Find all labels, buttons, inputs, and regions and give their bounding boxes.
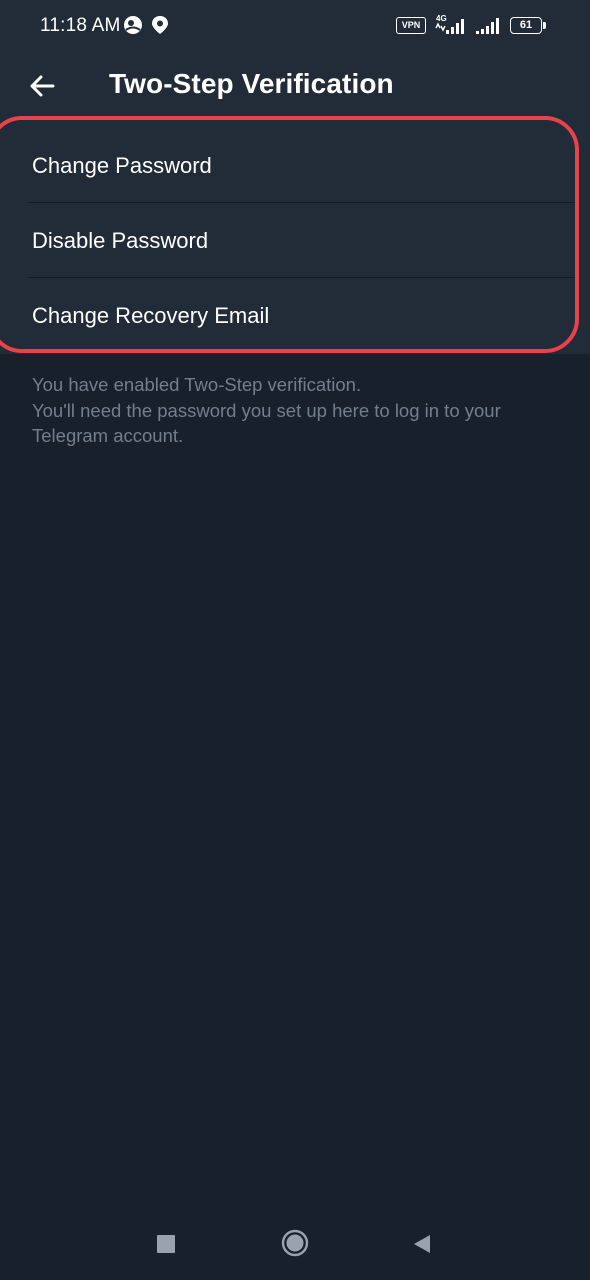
status-bar: 11:18 AM VPN 4G 61 bbox=[0, 0, 590, 52]
change-recovery-email-item[interactable]: Change Recovery Email bbox=[0, 278, 590, 353]
info-line-1: You have enabled Two-Step verification. bbox=[32, 374, 362, 395]
back-triangle-icon bbox=[414, 1235, 430, 1253]
battery-indicator: 61 bbox=[510, 17, 546, 34]
home-button[interactable] bbox=[276, 1224, 314, 1262]
page-title: Two-Step Verification bbox=[109, 68, 394, 99]
profile-icon bbox=[122, 14, 144, 41]
vpn-badge: VPN bbox=[396, 17, 426, 34]
wifi-signal-icon bbox=[474, 17, 504, 40]
app-header: Two-Step Verification bbox=[0, 52, 590, 118]
info-line-3: Telegram account. bbox=[32, 425, 184, 446]
home-circle-icon bbox=[281, 1229, 309, 1257]
change-password-item[interactable]: Change Password bbox=[0, 128, 590, 203]
nav-back-button[interactable] bbox=[404, 1226, 440, 1262]
disable-password-item[interactable]: Disable Password bbox=[0, 203, 590, 278]
location-icon bbox=[150, 14, 170, 41]
menu-item-label: Change Recovery Email bbox=[32, 303, 270, 328]
system-nav-bar bbox=[0, 1210, 590, 1280]
info-line-2: You'll need the password you set up here… bbox=[32, 399, 501, 421]
back-button[interactable] bbox=[20, 64, 64, 108]
signal-icon bbox=[434, 17, 468, 40]
status-time: 11:18 AM bbox=[40, 15, 121, 36]
info-text: You have enabled Two-Step verification. … bbox=[32, 372, 572, 449]
recents-button[interactable] bbox=[148, 1226, 184, 1262]
menu-item-label: Disable Password bbox=[32, 228, 209, 253]
arrow-left-icon bbox=[30, 75, 55, 97]
recents-square-icon bbox=[157, 1235, 175, 1253]
menu-item-label: Change Password bbox=[32, 153, 212, 178]
password-options-list: Change Password Disable Password Change … bbox=[0, 128, 590, 353]
